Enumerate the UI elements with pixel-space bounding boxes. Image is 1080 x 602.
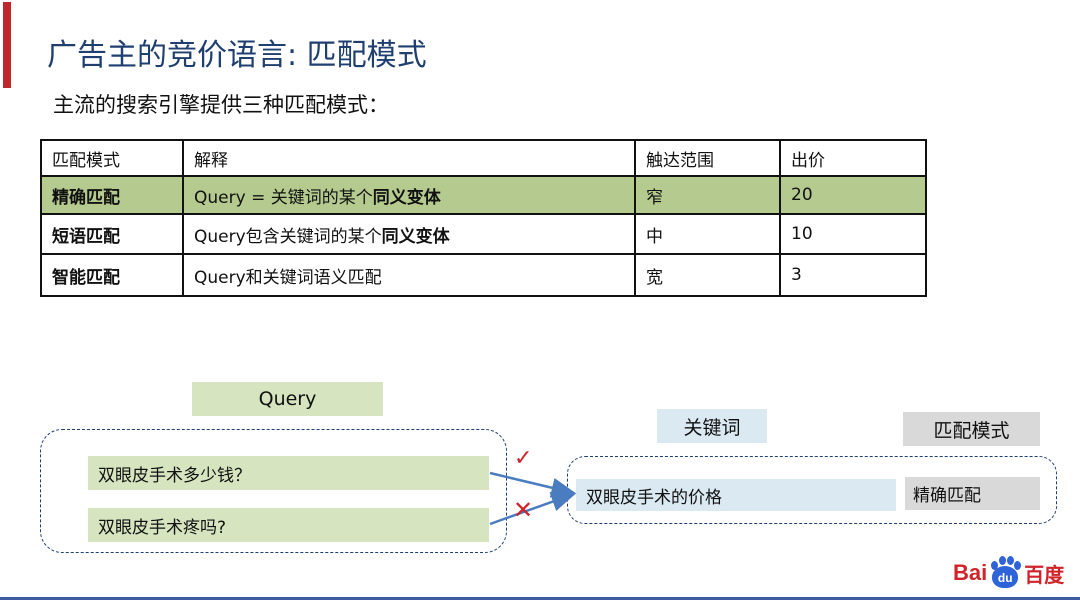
cross-icon: ✕ (513, 496, 534, 524)
logo-text-bai: Bai (953, 560, 988, 585)
logo-text-cn: 百度 (1024, 562, 1065, 587)
baidu-logo: Bai du 百度 (953, 553, 1064, 593)
logo-text-du: du (997, 571, 1013, 585)
match-arrows (489, 471, 577, 526)
bottom-divider (0, 597, 1080, 600)
paw-icon: du (988, 556, 1022, 590)
match-arrow (489, 471, 577, 498)
check-icon: ✓ (514, 446, 533, 471)
